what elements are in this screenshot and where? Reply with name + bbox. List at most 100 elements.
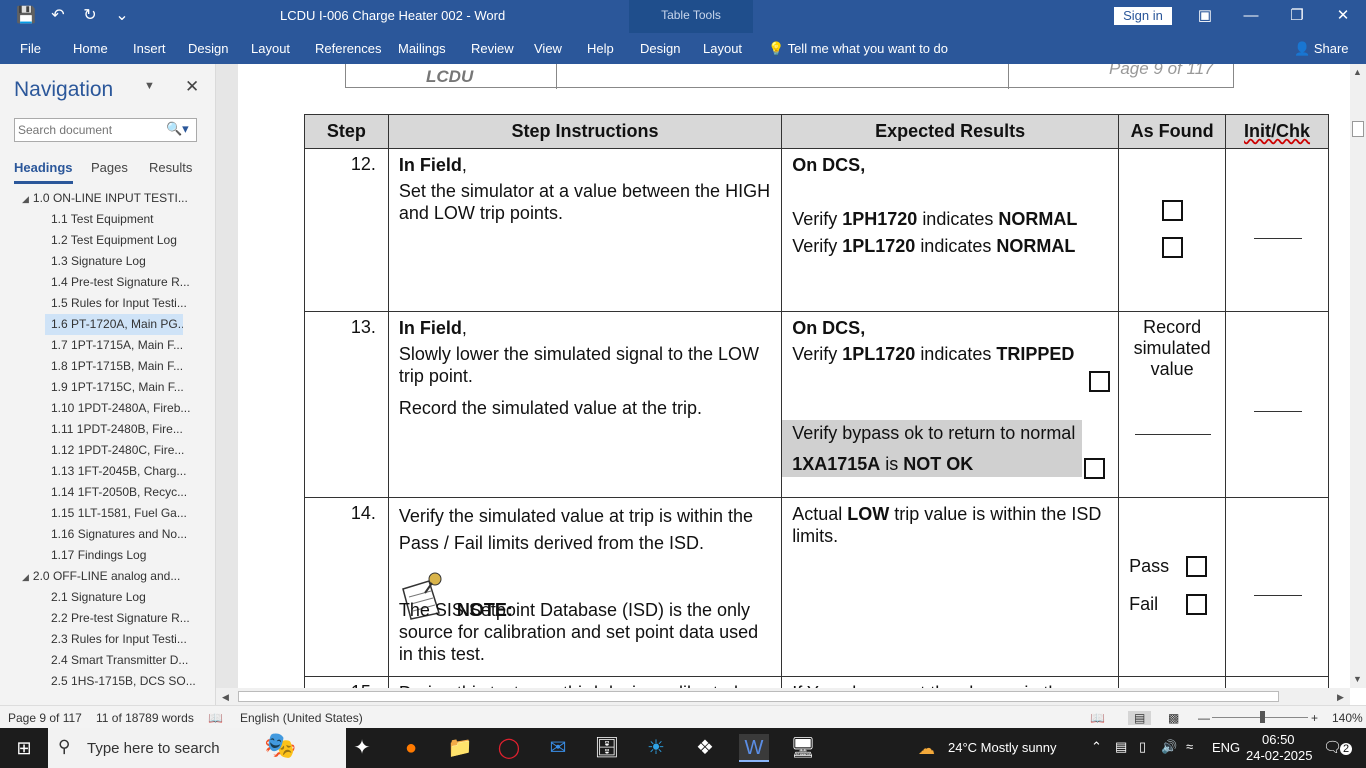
web-layout-icon[interactable]: ▩ <box>1168 711 1179 725</box>
volume-icon[interactable]: 🔊 <box>1161 739 1177 755</box>
nav-heading-item[interactable]: 1.15 1LT-1581, Fuel Ga... <box>0 503 210 524</box>
undo-icon[interactable]: ↶ <box>42 4 74 28</box>
zoom-out-icon[interactable]: — <box>1198 711 1210 725</box>
nav-heading-item[interactable]: 1.8 1PT-1715B, Main F... <box>0 356 210 377</box>
expected-results[interactable]: On DCS, Verify 1PH1720 indicates NORMAL … <box>781 148 1120 312</box>
minimize-button[interactable]: — <box>1228 0 1274 32</box>
nav-heading-item[interactable]: 2.5 1HS-1715B, DCS SO... <box>0 671 210 692</box>
step-instructions[interactable]: In Field, Slowly lower the simulated sig… <box>387 311 783 498</box>
nav-tab-headings[interactable]: Headings <box>14 160 73 184</box>
search-icon[interactable]: 🔍▾ <box>166 121 189 137</box>
app-icon[interactable]: ❖ <box>690 734 720 762</box>
init-chk-cell[interactable] <box>1225 497 1329 677</box>
nav-heading-item[interactable]: 1.5 Rules for Input Testi... <box>0 293 210 314</box>
document-area[interactable]: LCDU Page 9 of 117 Step Step Instruction… <box>216 64 1350 688</box>
windows-start-icon[interactable]: ⊞ <box>9 734 39 762</box>
zoom-slider-thumb[interactable] <box>1260 711 1265 723</box>
tab-home[interactable]: Home <box>73 41 108 56</box>
nav-heading-item[interactable]: 1.16 Signatures and No... <box>0 524 210 545</box>
share-button[interactable]: 👤 Share <box>1294 41 1349 57</box>
file-explorer-icon[interactable]: 📁 <box>445 734 475 762</box>
tab-view[interactable]: View <box>534 41 562 56</box>
nav-heading-item[interactable]: 1.4 Pre-test Signature R... <box>0 272 210 293</box>
proofing-icon[interactable]: 📖 <box>208 711 223 725</box>
document-page[interactable]: LCDU Page 9 of 117 Step Step Instruction… <box>238 64 1350 688</box>
collapse-triangle-icon[interactable]: ◢ <box>22 572 29 582</box>
tab-table-design[interactable]: Design <box>640 41 680 56</box>
tab-review[interactable]: Review <box>471 41 514 56</box>
ribbon-display-icon[interactable]: ▣ <box>1182 0 1228 32</box>
redo-icon[interactable]: ↻ <box>74 4 106 28</box>
checkbox[interactable] <box>1084 458 1106 479</box>
firefox-icon[interactable]: ● <box>396 734 426 762</box>
tab-layout[interactable]: Layout <box>251 41 290 56</box>
init-chk-cell[interactable] <box>1225 311 1329 498</box>
checkbox[interactable] <box>1161 236 1183 258</box>
as-found-cell[interactable]: Record simulated value <box>1118 311 1227 498</box>
nav-heading-item[interactable]: 1.12 1PDT-2480C, Fire... <box>0 440 210 461</box>
network-icon[interactable]: ≈ <box>1186 739 1193 754</box>
tab-references[interactable]: References <box>315 41 381 56</box>
nav-heading-item[interactable]: 1.13 1FT-2045B, Charg... <box>0 461 210 482</box>
nav-heading-item[interactable]: 2.3 Rules for Input Testi... <box>0 629 210 650</box>
expected-results[interactable]: On DCS, Verify 1PL1720 indicates TRIPPED… <box>781 311 1120 498</box>
pass-checkbox[interactable] <box>1186 555 1208 577</box>
edge-icon[interactable]: ☀ <box>641 734 671 762</box>
nav-heading-item[interactable]: 1.17 Findings Log <box>0 545 210 566</box>
nav-heading-item[interactable]: 1.11 1PDT-2480B, Fire... <box>0 419 210 440</box>
nav-options-icon[interactable]: ▼ <box>144 80 155 92</box>
vertical-scrollbar[interactable] <box>1350 64 1366 688</box>
nav-heading-item[interactable]: 1.2 Test Equipment Log <box>0 230 210 251</box>
tray-app-icon[interactable]: ▤ <box>1115 739 1127 755</box>
collapse-triangle-icon[interactable]: ◢ <box>22 194 29 204</box>
sign-in-button[interactable]: Sign in <box>1114 7 1172 25</box>
taskbar-search[interactable]: ⚲ Type here to search 🎭 <box>48 728 346 768</box>
tab-design[interactable]: Design <box>188 41 228 56</box>
word-icon[interactable]: W <box>739 734 769 762</box>
weather-text[interactable]: 24°C Mostly sunny <box>948 740 1057 755</box>
checkbox[interactable] <box>1161 199 1183 221</box>
vertical-scroll-thumb[interactable] <box>1352 121 1364 137</box>
close-button[interactable]: ✕ <box>1320 0 1366 32</box>
weather-icon[interactable]: ☁ <box>918 739 935 759</box>
nav-heading-item[interactable]: 1.1 Test Equipment <box>0 209 210 230</box>
fail-checkbox[interactable] <box>1186 593 1208 615</box>
input-language[interactable]: ENG <box>1212 740 1240 755</box>
word-count[interactable]: 11 of 18789 words <box>96 711 194 725</box>
battery-icon[interactable]: ▯ <box>1139 739 1146 755</box>
nav-heading-item[interactable]: 1.14 1FT-2050B, Recyc... <box>0 482 210 503</box>
expected-results[interactable]: If Yes, document the change in the <box>781 676 1120 688</box>
opera-icon[interactable]: ◯ <box>494 734 524 762</box>
app-icon[interactable]: 🖥 <box>788 734 818 762</box>
clock-date[interactable]: 24-02-2025 <box>1246 748 1313 763</box>
checkbox[interactable] <box>1089 370 1111 392</box>
nav-heading-item[interactable]: ◢ 1.0 ON-LINE INPUT TESTI... <box>0 188 210 209</box>
app-icon[interactable]: 🗄 <box>592 734 622 762</box>
nav-tab-results[interactable]: Results <box>149 160 192 175</box>
restore-button[interactable]: ❐ <box>1274 0 1320 32</box>
customize-qat-icon[interactable]: ⌄ <box>106 4 138 28</box>
read-mode-icon[interactable]: 📖 <box>1090 711 1105 725</box>
copilot-icon[interactable]: ✦ <box>347 734 377 762</box>
scroll-left-icon[interactable]: ◀ <box>222 692 229 703</box>
zoom-level[interactable]: 140% <box>1332 711 1363 725</box>
mail-icon[interactable]: ✉ <box>543 734 573 762</box>
step-instructions[interactable]: In Field, Set the simulator at a value b… <box>387 148 783 312</box>
init-chk-cell[interactable] <box>1225 148 1329 312</box>
nav-heading-item[interactable]: 1.6 PT-1720A, Main PG... <box>45 314 183 335</box>
init-chk-cell[interactable] <box>1225 676 1329 688</box>
scroll-right-icon[interactable]: ▶ <box>1337 692 1344 703</box>
print-layout-icon[interactable]: ▤ <box>1128 711 1152 725</box>
highlighted-text[interactable]: Verify bypass ok to return to normal 1XA… <box>782 419 1083 477</box>
expected-results[interactable]: Actual LOW trip value is within the ISD … <box>781 497 1120 677</box>
page-count[interactable]: Page 9 of 117 <box>8 711 82 725</box>
nav-heading-item[interactable]: 1.9 1PT-1715C, Main F... <box>0 377 210 398</box>
tab-mailings[interactable]: Mailings <box>398 41 446 56</box>
horizontal-scroll-thumb[interactable] <box>238 691 1279 702</box>
chevron-up-icon[interactable]: ⌃ <box>1091 739 1102 755</box>
tab-table-layout[interactable]: Layout <box>703 41 742 56</box>
save-icon[interactable]: 💾 <box>10 4 42 28</box>
tab-insert[interactable]: Insert <box>133 41 166 56</box>
nav-heading-item[interactable]: 2.4 Smart Transmitter D... <box>0 650 210 671</box>
zoom-in-icon[interactable]: + <box>1311 711 1318 725</box>
